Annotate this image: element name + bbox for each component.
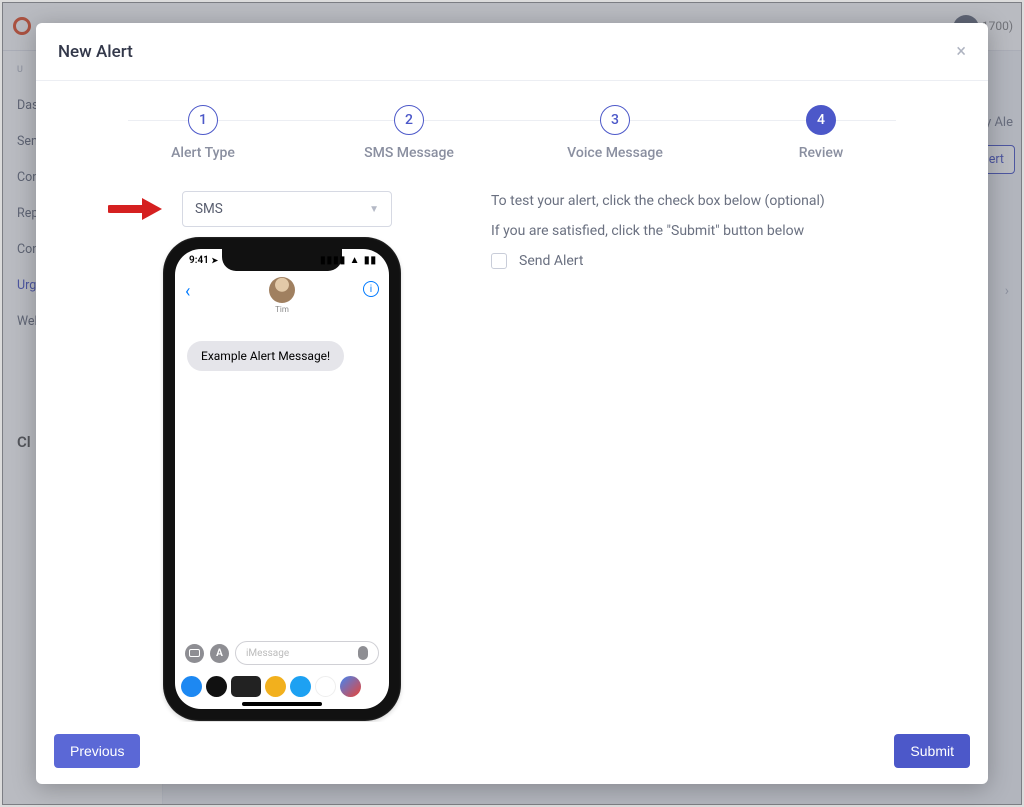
- step-sms-message[interactable]: 2 SMS Message: [334, 105, 484, 161]
- pointer-arrow-icon: [108, 196, 164, 222]
- stepper: 1 Alert Type 2 SMS Message 3 Voice Messa…: [58, 81, 966, 169]
- step-alert-type[interactable]: 1 Alert Type: [128, 105, 278, 161]
- dropdown-value: SMS: [195, 201, 223, 217]
- contact-name: Tim: [175, 305, 389, 314]
- send-alert-label: Send Alert: [519, 253, 583, 269]
- contact-avatar: [269, 277, 295, 303]
- step-label: SMS Message: [364, 145, 454, 161]
- phone-time: 9:41 ➤: [189, 255, 218, 266]
- app-icon: [206, 676, 227, 697]
- step-label: Review: [799, 145, 844, 161]
- previous-button[interactable]: Previous: [54, 734, 140, 768]
- battery-icon: ▮▮: [364, 255, 377, 266]
- app-icon: [265, 676, 286, 697]
- home-indicator: [242, 702, 322, 706]
- chevron-down-icon: ▼: [369, 204, 379, 215]
- app-icon: [315, 676, 336, 697]
- info-icon: i: [363, 281, 379, 297]
- phone-preview: 9:41 ➤ ▮▮▮▮ ▲ ▮▮ ‹ i Tim: [163, 237, 401, 721]
- step-voice-message[interactable]: 3 Voice Message: [540, 105, 690, 161]
- app-icon: [290, 676, 311, 697]
- app-icon: [181, 676, 202, 697]
- close-icon[interactable]: ×: [956, 41, 966, 62]
- step-review[interactable]: 4 Review: [746, 105, 896, 161]
- phone-status-icons: ▮▮▮▮ ▲ ▮▮: [320, 255, 377, 266]
- wifi-icon: ▲: [350, 255, 361, 266]
- step-number: 1: [188, 105, 218, 135]
- step-number: 3: [600, 105, 630, 135]
- step-number: 4: [806, 105, 836, 135]
- phone-message-input: iMessage: [235, 641, 379, 665]
- app-icon: [340, 676, 361, 697]
- camera-icon: [185, 644, 204, 663]
- modal-title: New Alert: [58, 42, 133, 62]
- new-alert-modal: New Alert × 1 Alert Type 2 SMS Message 3…: [36, 23, 988, 784]
- step-number: 2: [394, 105, 424, 135]
- submit-button[interactable]: Submit: [894, 734, 970, 768]
- step-label: Alert Type: [171, 145, 235, 161]
- message-bubble: Example Alert Message!: [187, 341, 344, 371]
- back-chevron-icon: ‹: [185, 281, 190, 302]
- apple-pay-icon: [231, 676, 261, 697]
- step-label: Voice Message: [567, 145, 663, 161]
- app-drawer: [181, 676, 383, 697]
- instruction-text-2: If you are satisfied, click the "Submit"…: [491, 223, 916, 239]
- send-alert-checkbox[interactable]: [491, 253, 507, 269]
- signal-icon: ▮▮▮▮: [320, 255, 346, 266]
- mic-icon: [358, 646, 368, 660]
- appstore-icon: [210, 644, 229, 663]
- instruction-text-1: To test your alert, click the check box …: [491, 193, 916, 209]
- preview-type-dropdown[interactable]: SMS ▼: [182, 191, 392, 227]
